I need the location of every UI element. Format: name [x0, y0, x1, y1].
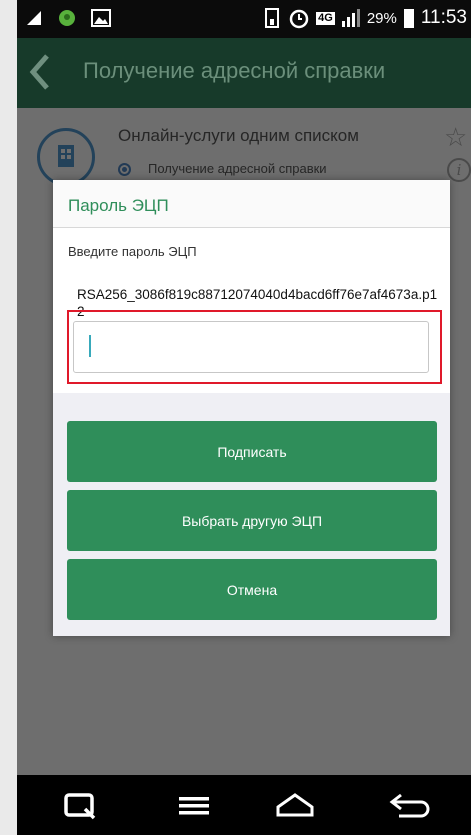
info-icon[interactable]: i — [447, 158, 471, 182]
battery-percent: 29% — [366, 9, 397, 27]
document-grid-icon — [58, 145, 74, 167]
app-title: Получение адресной справки — [83, 58, 386, 83]
text-caret — [89, 335, 91, 357]
back-arrow-icon[interactable] — [25, 52, 55, 92]
password-dialog: Пароль ЭЦП Введите пароль ЭЦП RSA256_308… — [53, 180, 450, 636]
recent-apps-icon[interactable] — [63, 791, 97, 826]
navigation-bar — [17, 775, 471, 835]
alarm-icon — [288, 7, 310, 29]
signal-triangle-icon — [25, 9, 43, 27]
cancel-button[interactable]: Отмена — [67, 559, 437, 620]
menu-icon[interactable] — [177, 791, 211, 826]
service-title: Онлайн-услуги одним списком — [118, 126, 359, 145]
back-icon[interactable] — [389, 791, 433, 826]
dialog-title: Пароль ЭЦП — [68, 196, 169, 215]
password-input[interactable] — [73, 321, 429, 373]
service-radio[interactable] — [118, 163, 131, 176]
clock: 11:53 — [420, 7, 467, 28]
app-bar: Получение адресной справки — [17, 38, 471, 108]
favorite-star-icon[interactable]: ☆ — [444, 122, 467, 153]
home-icon[interactable] — [275, 791, 315, 826]
status-left-icons — [25, 8, 111, 28]
phone-screen: 4G 29% 11:53 Получение адресной справки — [17, 0, 471, 835]
battery-icon — [403, 7, 415, 29]
status-bar: 4G 29% 11:53 — [17, 0, 471, 38]
vibrate-icon — [262, 7, 282, 29]
signal-bars-icon — [341, 8, 361, 28]
network-4g-icon: 4G — [316, 11, 335, 25]
app-shield-icon — [57, 8, 77, 28]
dialog-body: Введите пароль ЭЦП RSA256_3086f819c88712… — [53, 228, 450, 393]
status-right-icons: 4G 29% 11:53 — [262, 7, 467, 29]
service-icon — [37, 128, 95, 186]
sign-button[interactable]: Подписать — [67, 421, 437, 482]
network-label: 4G — [318, 11, 333, 24]
choose-other-key-button[interactable]: Выбрать другую ЭЦП — [67, 490, 437, 551]
page-margin — [0, 0, 17, 835]
password-prompt: Введите пароль ЭЦП — [68, 244, 197, 259]
gallery-icon — [91, 9, 111, 27]
service-subtitle: Получение адресной справки — [148, 161, 327, 176]
dialog-header: Пароль ЭЦП — [53, 180, 450, 228]
